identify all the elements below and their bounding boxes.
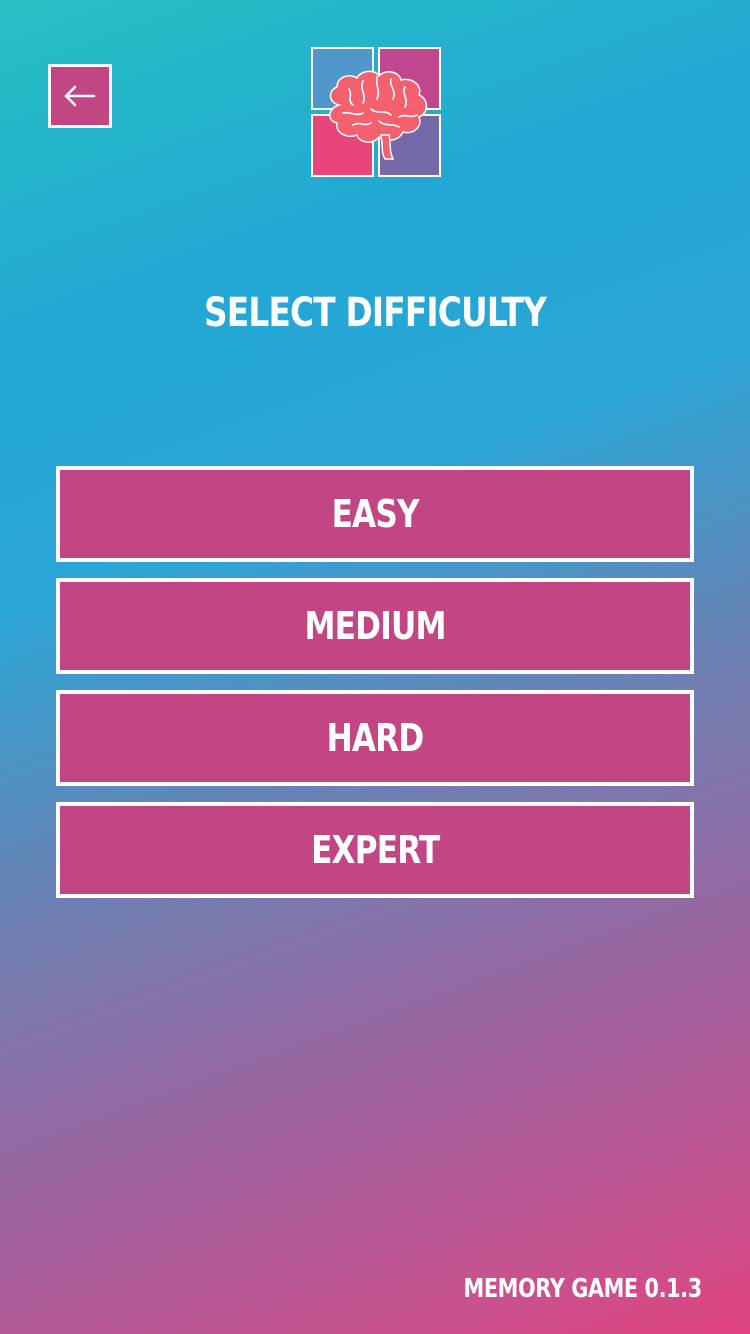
back-button[interactable] <box>48 64 112 128</box>
easy-button-label: EASY <box>331 492 419 536</box>
brain-icon <box>329 70 428 160</box>
arrow-left-icon <box>64 85 96 107</box>
app-logo <box>311 47 441 177</box>
hard-button-label: HARD <box>326 716 425 760</box>
easy-button[interactable]: EASY <box>56 466 694 562</box>
expert-button[interactable]: EXPERT <box>56 802 694 898</box>
medium-button[interactable]: MEDIUM <box>56 578 694 674</box>
version-label: MEMORY GAME 0.1.3 <box>463 1274 703 1304</box>
hard-button[interactable]: HARD <box>56 690 694 786</box>
medium-button-label: MEDIUM <box>304 604 446 648</box>
expert-button-label: EXPERT <box>310 828 440 872</box>
page-title: SELECT DIFFICULTY <box>203 290 547 336</box>
difficulty-menu: EASY MEDIUM HARD EXPERT <box>56 466 694 914</box>
